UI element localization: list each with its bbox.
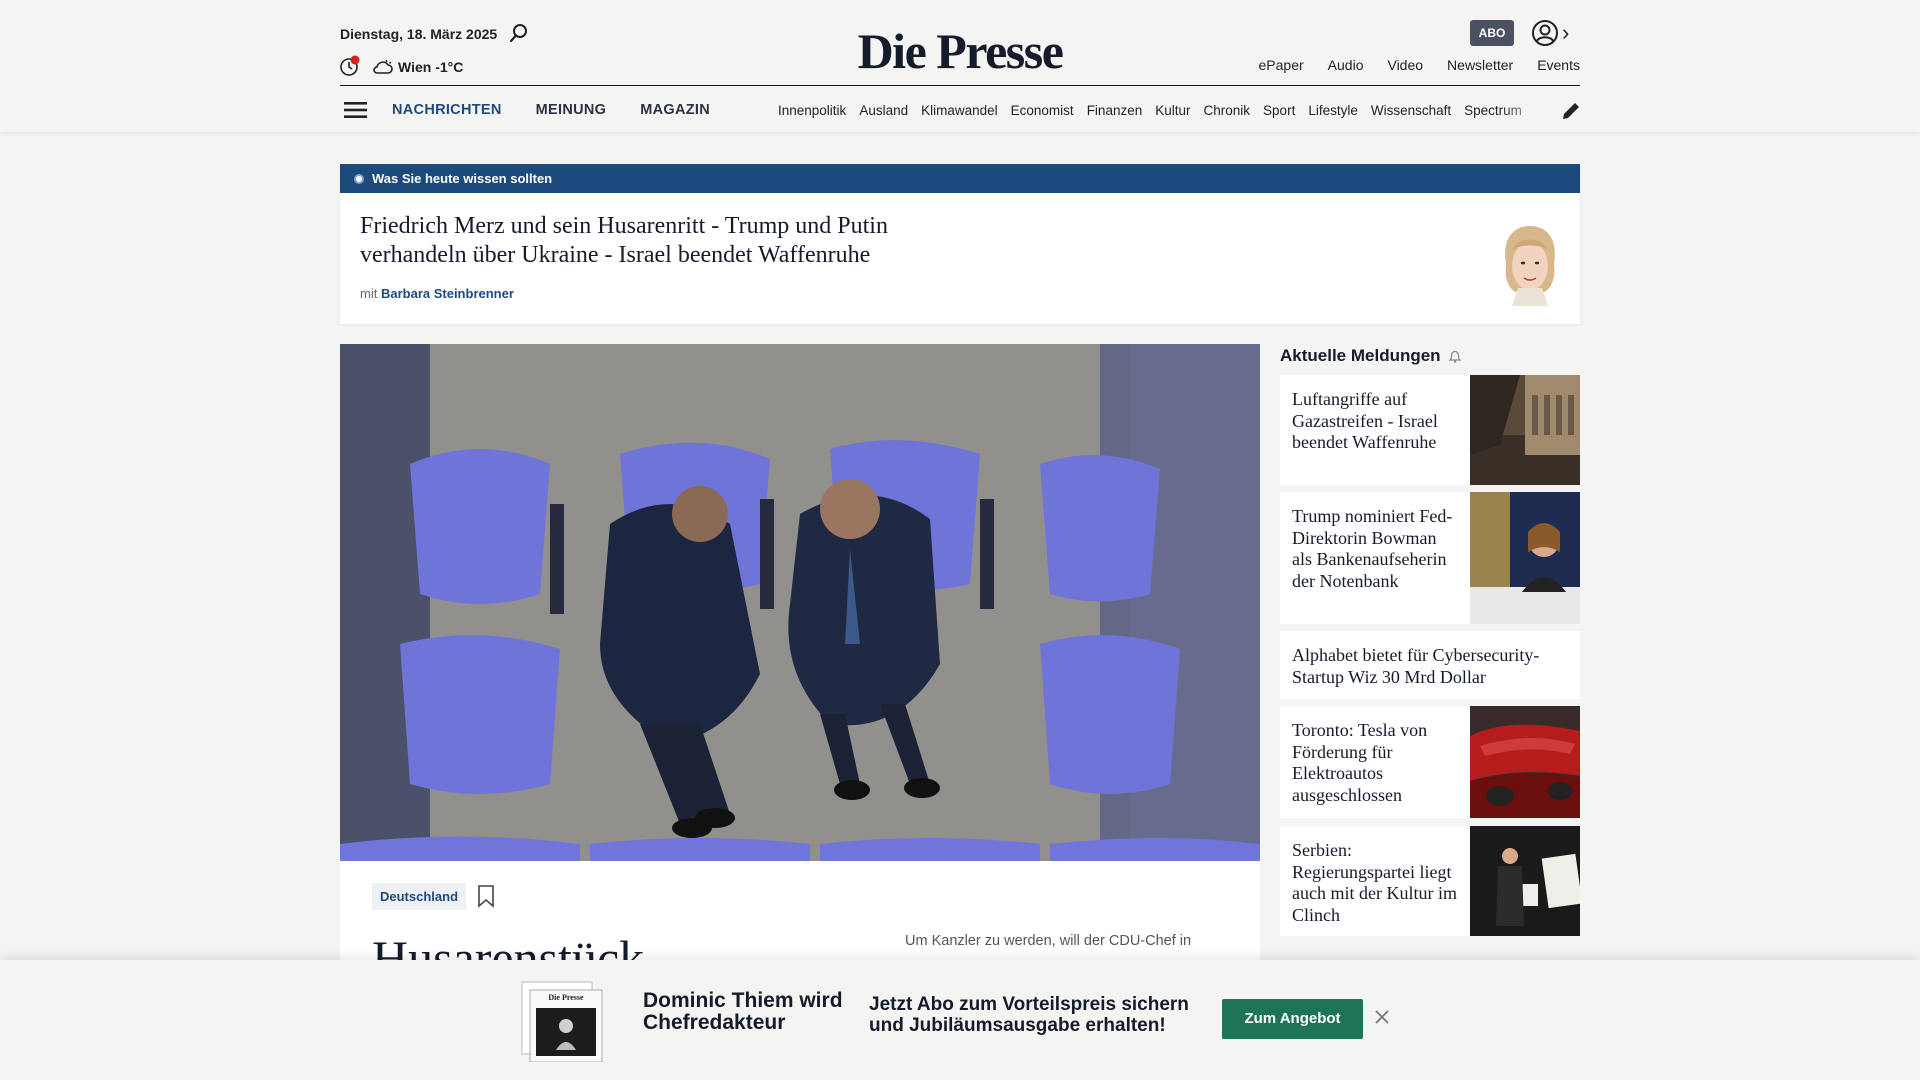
article-teaser[interactable]: Um Kanzler zu werden, will der CDU-Chef …	[905, 933, 1191, 949]
sub-nav: Innenpolitik Ausland Klimawandel Economi…	[778, 103, 1544, 118]
link-audio[interactable]: Audio	[1328, 57, 1364, 73]
author-illustration	[1505, 226, 1555, 306]
subnav-sport[interactable]: Sport	[1263, 103, 1295, 118]
subnav-ausland[interactable]: Ausland	[859, 103, 908, 118]
hamburger-menu-icon[interactable]	[344, 100, 368, 120]
news-item[interactable]: Trump nominiert Fed-Direktorin Bowman al…	[1280, 492, 1580, 624]
newspaper-image: Die Presse	[521, 981, 603, 1062]
bookmark-icon[interactable]	[476, 884, 496, 908]
live-dot-icon	[354, 173, 364, 184]
user-account-icon[interactable]	[1530, 18, 1560, 48]
briefing-title[interactable]: Friedrich Merz und sein Husarenritt - Tr…	[360, 212, 980, 270]
news-item-text[interactable]: Toronto: Tesla von Förderung für Elektro…	[1292, 720, 1460, 806]
subnav-finanzen[interactable]: Finanzen	[1087, 103, 1143, 118]
site-header: Dienstag, 18. März 2025 Wien -1°C Die Pr…	[0, 0, 1920, 132]
news-item[interactable]: Alphabet bietet für Cybersecurity-Startu…	[1280, 631, 1580, 699]
promo-headline: Dominic Thiem wird Chefredakteur	[643, 989, 843, 1034]
link-newsletter[interactable]: Newsletter	[1447, 57, 1513, 73]
sidebar-title-text: Aktuelle Meldungen	[1280, 346, 1441, 365]
site-logo[interactable]: Die Presse	[0, 22, 1920, 80]
briefing-meta: mit Barbara Steinbrenner	[360, 286, 514, 301]
news-item-text[interactable]: Alphabet bietet für Cybersecurity-Startu…	[1292, 645, 1574, 688]
top-links: ePaper Audio Video Newsletter Events	[1259, 57, 1580, 73]
offer-button[interactable]: Zum Angebot	[1222, 999, 1363, 1039]
nav-nachrichten[interactable]: NACHRICHTEN	[392, 102, 502, 118]
briefing-meta-prefix: mit	[360, 286, 378, 301]
link-events[interactable]: Events	[1537, 57, 1580, 73]
subscription-banner: Die Presse Dominic Thiem wird Chefredakt…	[0, 960, 1920, 1080]
news-item-text[interactable]: Serbien: Regierungspartei liegt auch mit…	[1292, 840, 1460, 926]
subnav-kultur[interactable]: Kultur	[1155, 103, 1190, 118]
newspaper-logo: Die Presse	[548, 993, 584, 1002]
link-video[interactable]: Video	[1387, 57, 1423, 73]
briefing-bar: Was Sie heute wissen sollten	[340, 164, 1580, 193]
news-thumbnail[interactable]	[1470, 492, 1580, 624]
promo-offer: Jetzt Abo zum Vorteilspreis sichern und …	[869, 994, 1189, 1036]
news-item[interactable]: Luftangriffe auf Gazastreifen - Israel b…	[1280, 375, 1580, 485]
subnav-wissenschaft[interactable]: Wissenschaft	[1371, 103, 1451, 118]
main-nav: NACHRICHTEN MEINUNG MAGAZIN	[392, 102, 710, 118]
nav-meinung[interactable]: MEINUNG	[536, 102, 607, 118]
news-thumbnail[interactable]	[1470, 826, 1580, 936]
news-item[interactable]: Serbien: Regierungspartei liegt auch mit…	[1280, 826, 1580, 936]
category-tag[interactable]: Deutschland	[372, 883, 467, 910]
news-item-text[interactable]: Luftangriffe auf Gazastreifen - Israel b…	[1292, 389, 1460, 454]
subnav-fade	[1500, 96, 1548, 124]
briefing-label: Was Sie heute wissen sollten	[372, 171, 553, 186]
bell-icon[interactable]	[1447, 348, 1463, 364]
pencil-icon[interactable]	[1560, 100, 1582, 122]
subnav-innenpolitik[interactable]: Innenpolitik	[778, 103, 846, 118]
news-thumbnail[interactable]	[1470, 706, 1580, 818]
sidebar-title: Aktuelle Meldungen	[1280, 346, 1463, 366]
abo-button[interactable]: ABO	[1470, 20, 1514, 46]
news-thumbnail[interactable]	[1470, 375, 1580, 485]
close-icon[interactable]	[1374, 1009, 1390, 1025]
news-item-text[interactable]: Trump nominiert Fed-Direktorin Bowman al…	[1292, 506, 1460, 592]
nav-magazin[interactable]: MAGAZIN	[640, 102, 710, 118]
chevron-right-icon[interactable]: ›	[1562, 20, 1569, 46]
subnav-chronik[interactable]: Chronik	[1204, 103, 1251, 118]
link-epaper[interactable]: ePaper	[1259, 57, 1304, 73]
subnav-economist[interactable]: Economist	[1011, 103, 1074, 118]
briefing-author[interactable]: Barbara Steinbrenner	[381, 286, 514, 301]
header-divider	[340, 85, 1580, 86]
news-item[interactable]: Toronto: Tesla von Förderung für Elektro…	[1280, 706, 1580, 818]
daily-briefing[interactable]: Was Sie heute wissen sollten Friedrich M…	[340, 164, 1580, 324]
subnav-klimawandel[interactable]: Klimawandel	[921, 103, 998, 118]
hero-image[interactable]	[340, 344, 1260, 861]
subnav-lifestyle[interactable]: Lifestyle	[1308, 103, 1358, 118]
